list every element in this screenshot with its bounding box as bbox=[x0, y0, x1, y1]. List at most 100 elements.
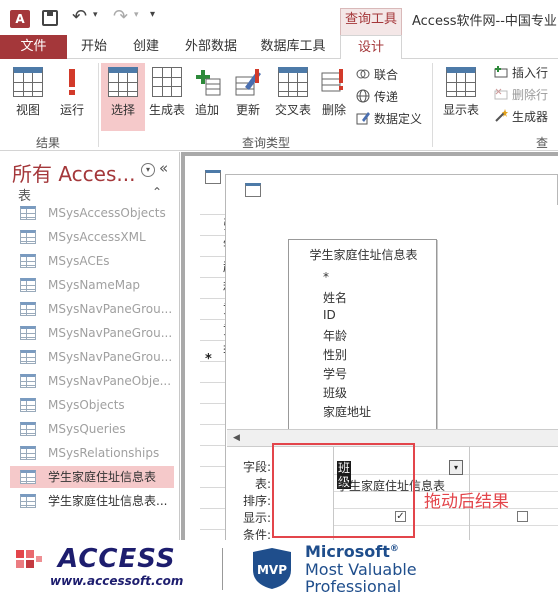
nav-pane-title[interactable]: 所有 Acces... bbox=[12, 158, 135, 187]
delete-query-button[interactable]: 删除 bbox=[316, 63, 352, 131]
nav-item-table[interactable]: MSysAccessObjects bbox=[10, 202, 174, 224]
nav-pane-collapse-icon[interactable]: « bbox=[159, 159, 168, 177]
nav-item-label: MSysQueries bbox=[48, 422, 126, 436]
ribbon: 视图 运行 结果 选择 生成表 追加 更新 交叉表 删除 联合 传递 数据定义 … bbox=[0, 59, 558, 167]
ribbon-tab-bar: 文件 开始 创建 外部数据 数据库工具 设计 bbox=[0, 35, 558, 60]
pass-through-button[interactable]: 传递 bbox=[356, 87, 398, 107]
nav-item-table[interactable]: MSysNavPaneObje... bbox=[10, 370, 174, 392]
table-icon bbox=[20, 278, 36, 292]
title-bar: A ↶ ▾ ↷ ▾ ▾ 查询工具 Access软件网--中国专业的 bbox=[0, 0, 558, 35]
undo-icon[interactable]: ↶ bbox=[72, 6, 87, 27]
undo-dropdown-icon[interactable]: ▾ bbox=[93, 10, 98, 20]
tab-create[interactable]: 创建 bbox=[124, 35, 168, 59]
nav-item-table[interactable]: 学生家庭住址信息表... bbox=[10, 490, 174, 512]
row-label-field: 字段: bbox=[242, 460, 271, 474]
nav-item-table[interactable]: 学生家庭住址信息表 bbox=[10, 466, 174, 488]
tab-file[interactable]: 文件 bbox=[0, 35, 67, 59]
table-icon bbox=[20, 374, 36, 388]
insert-rows-button[interactable]: 插入行 bbox=[494, 63, 548, 83]
globe-icon bbox=[356, 89, 370, 103]
append-plus-icon bbox=[192, 67, 222, 97]
group-separator bbox=[432, 63, 433, 147]
show-table-icon bbox=[446, 67, 476, 97]
svg-text:MVP: MVP bbox=[257, 563, 287, 577]
access-logo-mark-icon bbox=[16, 550, 42, 568]
table-icon bbox=[20, 446, 36, 460]
run-button[interactable]: 运行 bbox=[52, 63, 92, 131]
field-list-item[interactable]: 家庭地址 bbox=[323, 403, 371, 420]
nav-item-table[interactable]: MSysObjects bbox=[10, 394, 174, 416]
redo-dropdown-icon[interactable]: ▾ bbox=[134, 10, 139, 20]
nav-item-label: MSysRelationships bbox=[48, 446, 160, 460]
table-icon bbox=[20, 398, 36, 412]
access-wordmark: ACCESS bbox=[58, 544, 176, 574]
query-design-table-pane: 学生家庭住址信息表 * 姓名 ID 年龄性别学号班级家庭地址 bbox=[227, 205, 558, 435]
union-button[interactable]: 联合 bbox=[356, 65, 398, 85]
insert-rows-icon bbox=[494, 65, 508, 79]
grid-field-cell[interactable] bbox=[470, 447, 558, 475]
watermark-banner: ACCESS www.accessoft.com MVP Microsoft® … bbox=[0, 540, 558, 597]
append-button[interactable]: 追加 bbox=[189, 63, 225, 131]
select-query-icon bbox=[108, 67, 138, 97]
mvp-line-2: Professional bbox=[305, 577, 402, 596]
query-icon bbox=[245, 183, 261, 197]
field-dropdown-icon[interactable]: ▾ bbox=[449, 460, 463, 475]
delete-rows-icon bbox=[494, 87, 508, 101]
chevron-up-icon[interactable]: ⌃ bbox=[152, 185, 162, 199]
tab-database-tools[interactable]: 数据库工具 bbox=[253, 35, 333, 59]
save-icon[interactable] bbox=[42, 10, 58, 26]
update-button[interactable]: 更新 bbox=[230, 63, 266, 131]
nav-item-table[interactable]: MSysNavPaneGrou... bbox=[10, 298, 174, 320]
nav-item-label: 学生家庭住址信息表 bbox=[48, 470, 157, 484]
delete-rows-button[interactable]: 删除行 bbox=[494, 85, 548, 105]
builder-wand-icon bbox=[494, 109, 508, 123]
show-table-button[interactable]: 显示表 bbox=[438, 63, 484, 131]
group-separator bbox=[98, 63, 99, 147]
crosstab-button[interactable]: 交叉表 bbox=[272, 63, 314, 131]
field-list-item[interactable]: 班级 bbox=[323, 384, 347, 401]
scroll-left-icon[interactable]: ◀ bbox=[233, 433, 240, 443]
nav-item-table[interactable]: MSysRelationships bbox=[10, 442, 174, 464]
redo-icon[interactable]: ↷ bbox=[113, 6, 128, 27]
table-icon bbox=[20, 254, 36, 268]
nav-item-table[interactable]: MSysNavPaneGrou... bbox=[10, 346, 174, 368]
nav-item-table[interactable]: MSysNameMap bbox=[10, 274, 174, 296]
make-table-button[interactable]: 生成表 bbox=[146, 63, 188, 131]
table-icon bbox=[205, 170, 221, 184]
nav-item-table[interactable]: MSysAccessXML bbox=[10, 226, 174, 248]
tab-design[interactable]: 设计 bbox=[340, 35, 402, 60]
window-title: Access软件网--中国专业的 bbox=[412, 14, 558, 29]
field-list-item[interactable]: 性别 bbox=[323, 346, 347, 363]
tab-external-data[interactable]: 外部数据 bbox=[178, 35, 244, 59]
mvp-badge-icon: MVP bbox=[253, 548, 291, 589]
nav-item-table[interactable]: MSysQueries bbox=[10, 418, 174, 440]
nav-item-table[interactable]: MSysNavPaneGrou... bbox=[10, 322, 174, 344]
field-list-item[interactable]: 姓名 bbox=[323, 289, 347, 306]
tab-home[interactable]: 开始 bbox=[72, 35, 116, 59]
table-icon bbox=[20, 326, 36, 340]
builder-button[interactable]: 生成器 bbox=[494, 107, 548, 127]
access-url: www.accessoft.com bbox=[50, 574, 184, 588]
table-icon bbox=[20, 470, 36, 484]
table-icon bbox=[20, 302, 36, 316]
row-label-sort: 排序: bbox=[242, 494, 271, 508]
customize-quick-access-icon[interactable]: ▾ bbox=[150, 9, 155, 20]
row-label-show: 显示: bbox=[242, 511, 271, 525]
field-list-table[interactable]: 学生家庭住址信息表 * 姓名 ID 年龄性别学号班级家庭地址 bbox=[288, 239, 437, 435]
nav-item-label: MSysNavPaneObje... bbox=[48, 374, 172, 388]
access-app-icon[interactable]: A bbox=[10, 10, 30, 28]
field-list-item[interactable]: ID bbox=[323, 308, 336, 322]
field-list-title[interactable]: 学生家庭住址信息表 bbox=[289, 246, 438, 263]
nav-item-table[interactable]: MSysACEs bbox=[10, 250, 174, 272]
row-label-table: 表: bbox=[254, 477, 271, 491]
highlight-box bbox=[272, 443, 415, 538]
field-list-item[interactable]: 学号 bbox=[323, 365, 347, 382]
nav-pane-menu-icon[interactable]: ▾ bbox=[141, 163, 155, 177]
show-checkbox[interactable] bbox=[517, 511, 528, 522]
select-query-button[interactable]: 选择 bbox=[101, 63, 145, 131]
field-list-item[interactable]: 年龄 bbox=[323, 327, 347, 344]
data-definition-button[interactable]: 数据定义 bbox=[356, 109, 422, 129]
query-tools-context-tab: 查询工具 bbox=[340, 8, 402, 35]
view-button[interactable]: 视图 bbox=[6, 63, 50, 131]
field-list-item[interactable]: * bbox=[323, 270, 329, 284]
